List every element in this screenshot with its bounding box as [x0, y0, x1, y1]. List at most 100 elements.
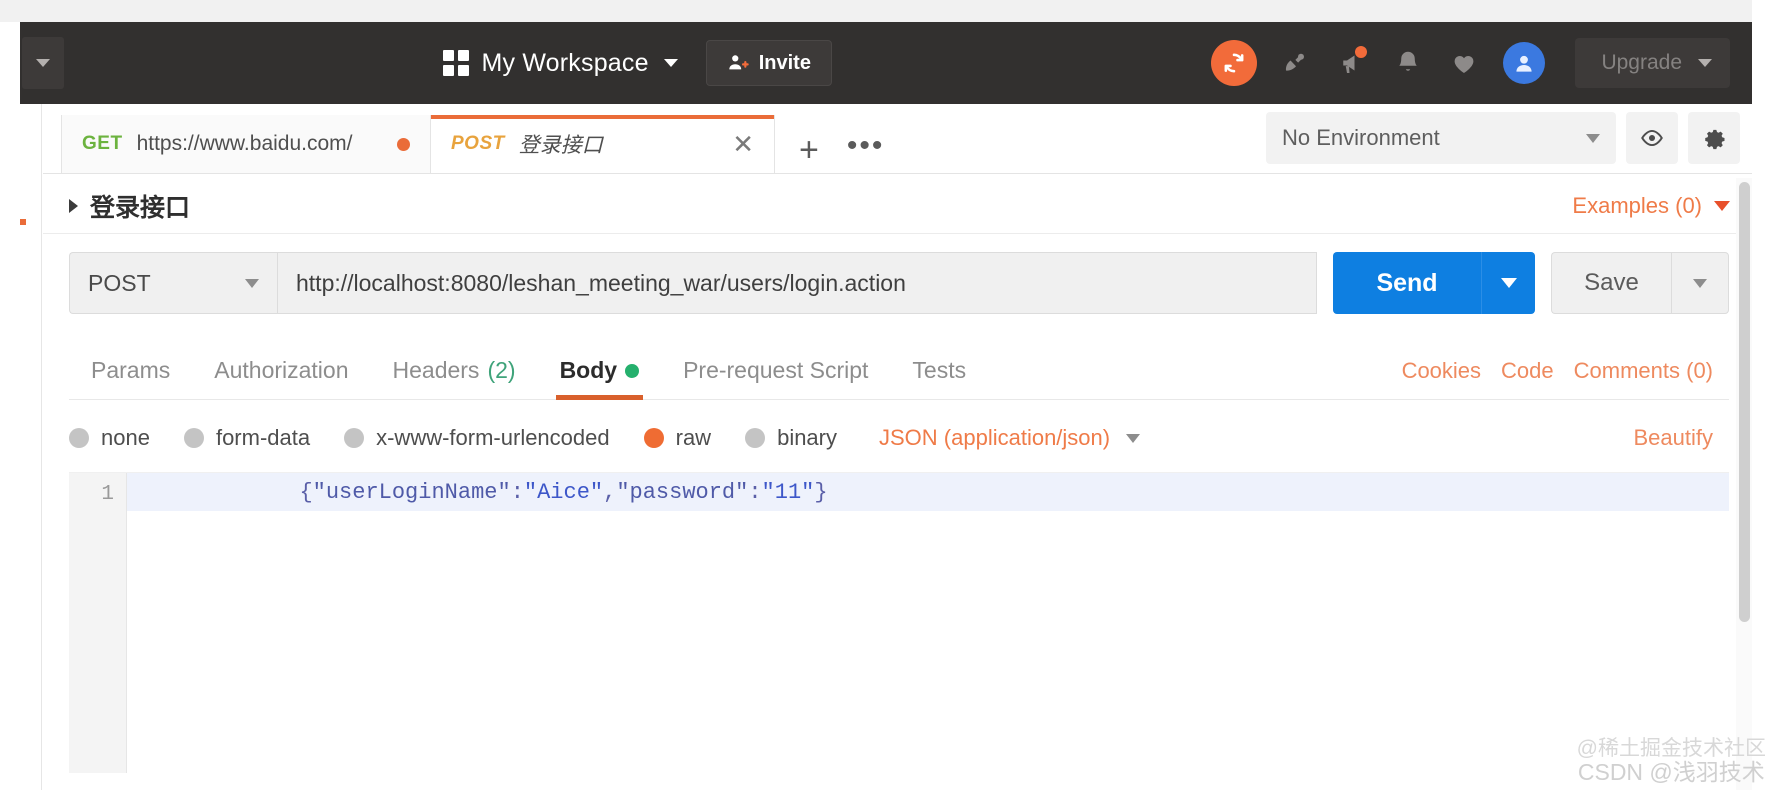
- radio-icon: [745, 428, 766, 448]
- tab-label: Params: [91, 357, 171, 383]
- environment-selected-label: No Environment: [1282, 125, 1440, 150]
- tab-headers[interactable]: Headers (2): [371, 342, 538, 400]
- radio-icon: [344, 428, 365, 448]
- save-options-button[interactable]: [1671, 252, 1729, 314]
- favorites-button[interactable]: [1447, 46, 1481, 80]
- satellite-icon: [1286, 53, 1305, 71]
- vertical-scrollbar-thumb[interactable]: [1739, 182, 1750, 622]
- json-comma: ,: [603, 479, 617, 505]
- http-method-select[interactable]: POST: [69, 252, 277, 314]
- headers-count: (2): [487, 357, 516, 383]
- body-type-raw[interactable]: raw: [643, 425, 745, 451]
- tab-body[interactable]: Body: [538, 342, 662, 400]
- workspace-selector[interactable]: My Workspace: [443, 49, 678, 78]
- app-header: My Workspace Invite Upgrade: [20, 22, 1752, 104]
- watermark-line-2: CSDN @浅羽技术: [1577, 758, 1765, 785]
- environment-select[interactable]: No Environment: [1266, 112, 1616, 164]
- upgrade-label: Upgrade: [1601, 51, 1682, 74]
- url-row: POST http://localhost:8080/leshan_meetin…: [69, 252, 1729, 314]
- tab-tests[interactable]: Tests: [890, 342, 988, 400]
- chevron-right-icon[interactable]: [69, 198, 78, 213]
- body-type-x-www-form-urlencoded[interactable]: x-www-form-urlencoded: [344, 425, 644, 451]
- announcements-button[interactable]: [1335, 46, 1369, 80]
- satellite-button[interactable]: [1279, 46, 1313, 80]
- body-type-none[interactable]: none: [69, 425, 184, 451]
- chevron-down-icon: [36, 59, 50, 67]
- request-name-row: 登录接口 Examples (0): [43, 178, 1752, 234]
- notifications-button[interactable]: [1391, 46, 1425, 80]
- content-type-select[interactable]: JSON (application/json): [871, 425, 1141, 451]
- window-left-gap: [0, 22, 20, 790]
- header-right-icons: Upgrade: [1211, 38, 1752, 88]
- upgrade-button[interactable]: Upgrade: [1575, 38, 1730, 88]
- header-center: My Workspace Invite: [64, 40, 1211, 86]
- request-tab-login[interactable]: POST 登录接口 ✕: [430, 115, 775, 173]
- chevron-down-icon: [1586, 133, 1600, 143]
- tab-label: Headers: [392, 357, 480, 383]
- beautify-button[interactable]: Beautify: [1634, 425, 1730, 451]
- http-method-value: POST: [88, 269, 151, 296]
- code-link[interactable]: Code: [1501, 358, 1554, 384]
- editor-line-1[interactable]: {"userLoginName":"Aice","password":"11"}: [127, 473, 1729, 511]
- request-tab-get-baidu[interactable]: GET https://www.baidu.com/: [61, 115, 431, 173]
- close-icon[interactable]: ✕: [732, 131, 754, 157]
- body-type-label: binary: [777, 425, 837, 450]
- watermark-line-1: @稀土掘金技术社区: [1576, 736, 1766, 760]
- url-value: http://localhost:8080/leshan_meeting_war…: [296, 269, 906, 296]
- environment-settings-button[interactable]: [1688, 112, 1740, 164]
- avatar[interactable]: [1503, 42, 1546, 84]
- url-input[interactable]: http://localhost:8080/leshan_meeting_war…: [277, 252, 1317, 314]
- json-colon-1: :: [510, 479, 524, 505]
- radio-icon: [183, 428, 204, 448]
- app-body: GET https://www.baidu.com/ POST 登录接口 ✕ +…: [20, 104, 1752, 790]
- json-key-2: "password": [616, 479, 749, 505]
- body-type-binary[interactable]: binary: [745, 425, 871, 451]
- tab-authorization[interactable]: Authorization: [192, 342, 370, 400]
- radio-icon: [69, 428, 89, 448]
- send-options-button[interactable]: [1481, 252, 1535, 314]
- save-button[interactable]: Save: [1551, 252, 1671, 314]
- editor-gutter: 1: [69, 473, 127, 773]
- left-rail: [20, 104, 42, 790]
- send-button[interactable]: Send: [1333, 252, 1481, 314]
- request-pane: GET https://www.baidu.com/ POST 登录接口 ✕ +…: [43, 104, 1752, 790]
- send-label: Send: [1376, 268, 1438, 297]
- examples-label: Examples (0): [1572, 192, 1702, 218]
- tab-label: Authorization: [214, 357, 349, 383]
- person-add-icon: [729, 55, 749, 70]
- tab-label: Body: [559, 357, 618, 383]
- watermark: @稀土掘金技术社区 CSDN @浅羽技术: [1576, 736, 1766, 785]
- header-left-dropdown-button[interactable]: [22, 37, 64, 89]
- comments-link[interactable]: Comments (0): [1574, 358, 1713, 384]
- sync-button[interactable]: [1211, 40, 1258, 86]
- invite-label: Invite: [758, 51, 811, 74]
- tab-more-options-button[interactable]: •••: [839, 131, 895, 173]
- json-close-brace: }: [814, 479, 828, 505]
- examples-dropdown[interactable]: Examples (0): [1572, 193, 1730, 219]
- chevron-down-icon: [1698, 59, 1712, 67]
- section-tabs-right-links: Cookies Code Comments (0): [1402, 358, 1729, 384]
- tab-method-label: GET: [82, 133, 123, 154]
- sync-icon: [1224, 53, 1244, 73]
- json-key-1: "userLoginName": [312, 479, 511, 505]
- new-tab-button[interactable]: +: [775, 133, 839, 173]
- body-type-form-data[interactable]: form-data: [183, 425, 344, 451]
- invite-button[interactable]: Invite: [705, 40, 832, 86]
- environment-quick-look-button[interactable]: [1626, 112, 1678, 164]
- chevron-down-icon: [1126, 433, 1141, 443]
- window-right-gap: [1752, 22, 1780, 790]
- tab-label: Tests: [912, 357, 967, 383]
- chevron-down-icon: [245, 278, 259, 288]
- tab-title: https://www.baidu.com/: [136, 132, 353, 155]
- eye-icon: [1641, 129, 1663, 147]
- cookies-link[interactable]: Cookies: [1402, 358, 1481, 384]
- gear-icon: [1705, 129, 1725, 150]
- body-present-dot-icon: [625, 363, 640, 378]
- tab-params[interactable]: Params: [69, 342, 192, 400]
- body-editor[interactable]: 1 {"userLoginName":"Aice","password":"11…: [69, 472, 1729, 773]
- chevron-down-icon: [1500, 278, 1517, 288]
- tab-title: 登录接口: [518, 134, 603, 157]
- tab-pre-request-script[interactable]: Pre-request Script: [661, 342, 890, 400]
- body-type-label: form-data: [215, 425, 311, 450]
- request-name: 登录接口: [90, 193, 191, 222]
